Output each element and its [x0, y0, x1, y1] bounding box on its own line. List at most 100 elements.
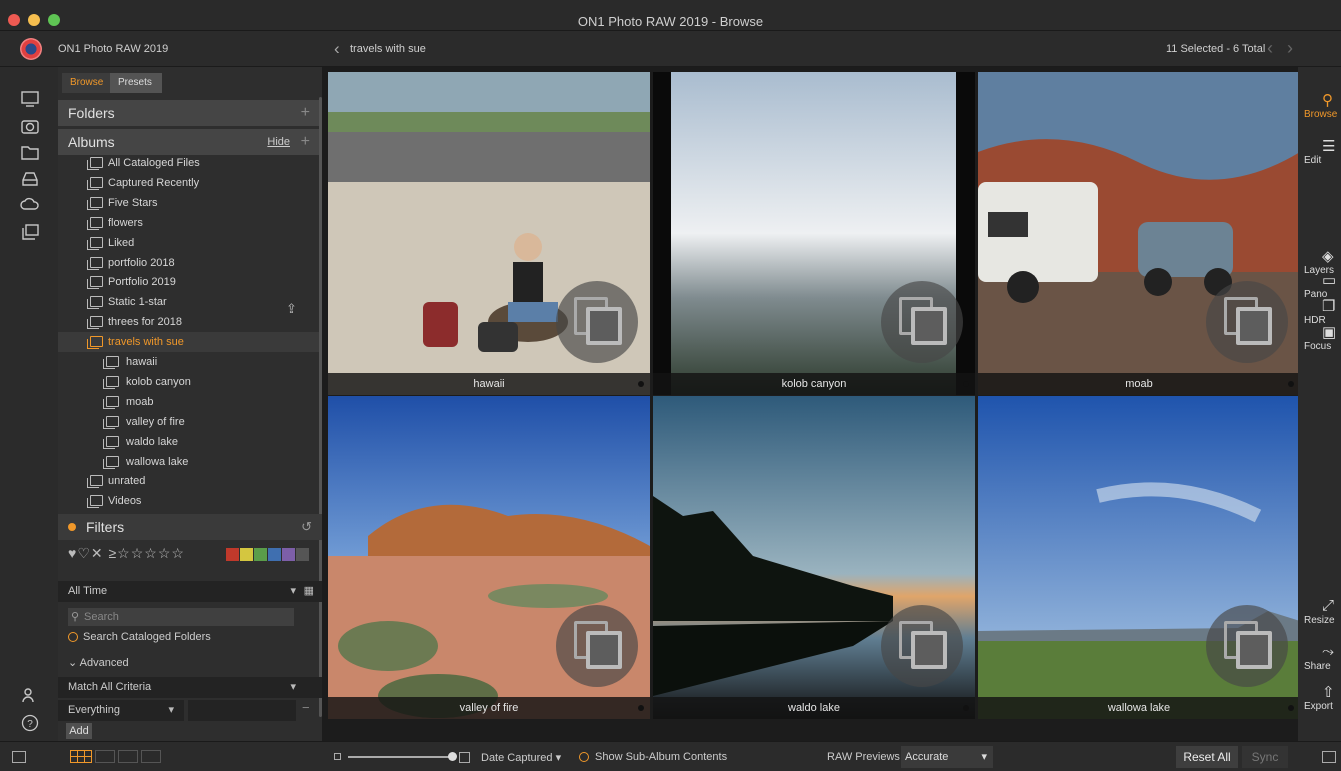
album-icon — [87, 495, 103, 509]
album-label: kolob canyon — [126, 375, 191, 388]
next-chevron-icon[interactable]: › — [1287, 38, 1293, 59]
album-item[interactable]: threes for 2018 — [58, 312, 322, 332]
photo-caption: kolob canyon — [653, 373, 975, 395]
export-icon: ⇧ — [1322, 684, 1335, 701]
tab-browse[interactable]: Browse — [62, 73, 112, 93]
album-item[interactable]: unrated — [58, 471, 322, 491]
module-browse[interactable]: ⚲ Browse — [1298, 91, 1341, 120]
reset-all-button[interactable]: Reset All — [1176, 746, 1238, 768]
color-swatch[interactable] — [282, 548, 295, 561]
module-share[interactable]: ⤳ Share — [1298, 643, 1341, 672]
module-pano[interactable]: ▭ Pano — [1298, 271, 1341, 300]
search-field[interactable]: ⚲ Search — [68, 608, 294, 626]
cloud-icon[interactable] — [20, 194, 40, 214]
album-label: All Cataloged Files — [108, 157, 200, 169]
photo-cell-wallowa-lake[interactable]: wallowa lake — [978, 396, 1300, 719]
folder-icon[interactable] — [20, 142, 40, 162]
module-resize[interactable]: ⤢ Resize — [1298, 597, 1341, 626]
prev-chevron-icon[interactable]: ‹ — [1267, 38, 1273, 59]
selection-count: 11 Selected - 6 Total — [1166, 43, 1266, 55]
album-item[interactable]: moab — [58, 392, 322, 412]
albums-header[interactable]: Albums Hide + — [58, 129, 322, 155]
album-item[interactable]: flowers — [58, 213, 322, 233]
reset-filters-icon[interactable]: ↺ — [301, 514, 312, 540]
detail-view-icon[interactable] — [95, 750, 115, 763]
toggle-right-panel-icon[interactable] — [1322, 751, 1336, 763]
album-item[interactable]: Five Stars — [58, 193, 322, 213]
module-focus[interactable]: ▣ Focus — [1298, 323, 1341, 352]
album-item[interactable]: Static 1-star — [58, 292, 322, 312]
tab-presets[interactable]: Presets — [110, 73, 162, 93]
sync-button[interactable]: Sync — [1242, 746, 1288, 768]
album-item[interactable]: Portfolio 2019 — [58, 272, 322, 292]
album-item[interactable]: hawaii — [58, 352, 322, 372]
album-item[interactable]: kolob canyon — [58, 372, 322, 392]
time-filter-select[interactable]: All Time ▾ ▦ — [58, 581, 322, 602]
album-item[interactable]: wallowa lake — [58, 452, 322, 472]
album-item[interactable]: travels with sue — [58, 332, 322, 353]
user-icon[interactable] — [20, 685, 40, 705]
photo-cell-valley-of-fire[interactable]: valley of fire — [328, 396, 650, 719]
chevron-down-icon: ▾ — [981, 751, 987, 763]
back-chevron-icon[interactable]: ‹ — [334, 39, 340, 59]
color-swatch[interactable] — [268, 548, 281, 561]
photo-caption: waldo lake — [653, 697, 975, 719]
album-item[interactable]: Videos — [58, 491, 322, 511]
everything-select[interactable]: Everything ▾ — [58, 700, 184, 721]
filters-header[interactable]: Filters ↺ — [58, 514, 322, 540]
drive-icon[interactable] — [20, 168, 40, 188]
album-item[interactable]: portfolio 2018 — [58, 253, 322, 273]
svg-text:?: ? — [27, 719, 33, 730]
folders-header[interactable]: Folders + — [58, 100, 322, 126]
module-hdr[interactable]: ❐ HDR — [1298, 297, 1341, 326]
compare-view-icon[interactable] — [141, 750, 161, 763]
thumbnail-size-slider[interactable] — [348, 756, 452, 758]
show-sub-album-radio[interactable] — [579, 752, 589, 762]
filters-label: Filters — [86, 519, 125, 535]
add-album-icon[interactable]: + — [301, 129, 310, 155]
breadcrumb[interactable]: travels with sue — [350, 43, 426, 55]
search-placeholder: Search — [84, 611, 119, 623]
color-swatch[interactable] — [240, 548, 253, 561]
add-criteria-button[interactable]: Add — [66, 723, 92, 739]
slider-knob[interactable] — [448, 752, 457, 761]
sort-select[interactable]: Date Captured ▾ — [481, 751, 561, 764]
album-label: threes for 2018 — [108, 316, 182, 329]
album-item[interactable]: All Cataloged Files — [58, 153, 322, 173]
grid-view-icon[interactable] — [70, 750, 92, 763]
rating-filter[interactable]: ♥♡✕ ≥☆☆☆☆☆ — [68, 545, 185, 562]
albums-icon[interactable] — [20, 222, 40, 242]
camera-icon[interactable] — [20, 116, 40, 136]
advanced-toggle[interactable]: ⌄ Advanced — [68, 656, 129, 669]
photo-cell-kolob-canyon[interactable]: kolob canyon — [653, 72, 975, 395]
remove-criteria-icon[interactable]: − — [302, 700, 310, 715]
toggle-left-panel-icon[interactable] — [12, 751, 26, 763]
photo-cell-waldo-lake[interactable]: waldo lake — [653, 396, 975, 719]
module-edit[interactable]: ☰ Edit — [1298, 137, 1341, 166]
album-item[interactable]: waldo lake — [58, 432, 322, 452]
criteria-value-field[interactable] — [188, 700, 296, 721]
album-item[interactable]: Captured Recently — [58, 173, 322, 193]
color-swatch[interactable] — [226, 548, 239, 561]
raw-previews-select[interactable]: Accurate ▾ — [901, 746, 993, 768]
add-folder-icon[interactable]: + — [301, 100, 310, 126]
app-logo-icon — [20, 38, 42, 60]
match-criteria-select[interactable]: Match All Criteria ▾ — [58, 677, 322, 698]
color-swatch[interactable] — [296, 548, 309, 561]
search-cataloged-radio[interactable] — [68, 632, 78, 642]
photo-cell-moab[interactable]: moab — [978, 72, 1300, 395]
monitor-icon[interactable] — [20, 89, 40, 109]
photo-cell-hawaii[interactable]: hawaii — [328, 72, 650, 395]
album-item[interactable]: valley of fire — [58, 412, 322, 432]
filmstrip-view-icon[interactable] — [118, 750, 138, 763]
calendar-icon[interactable]: ▦ — [304, 581, 314, 602]
hide-albums-link[interactable]: Hide — [267, 129, 290, 155]
export-album-icon[interactable]: ⇪ — [286, 301, 297, 317]
help-icon[interactable]: ? — [20, 713, 40, 733]
app-bar: ON1 Photo RAW 2019 ‹ travels with sue 11… — [0, 31, 1341, 67]
module-export[interactable]: ⇧ Export — [1298, 683, 1341, 712]
album-label: valley of fire — [126, 415, 185, 428]
album-icon — [87, 276, 103, 290]
album-item[interactable]: Liked — [58, 233, 322, 253]
color-swatch[interactable] — [254, 548, 267, 561]
